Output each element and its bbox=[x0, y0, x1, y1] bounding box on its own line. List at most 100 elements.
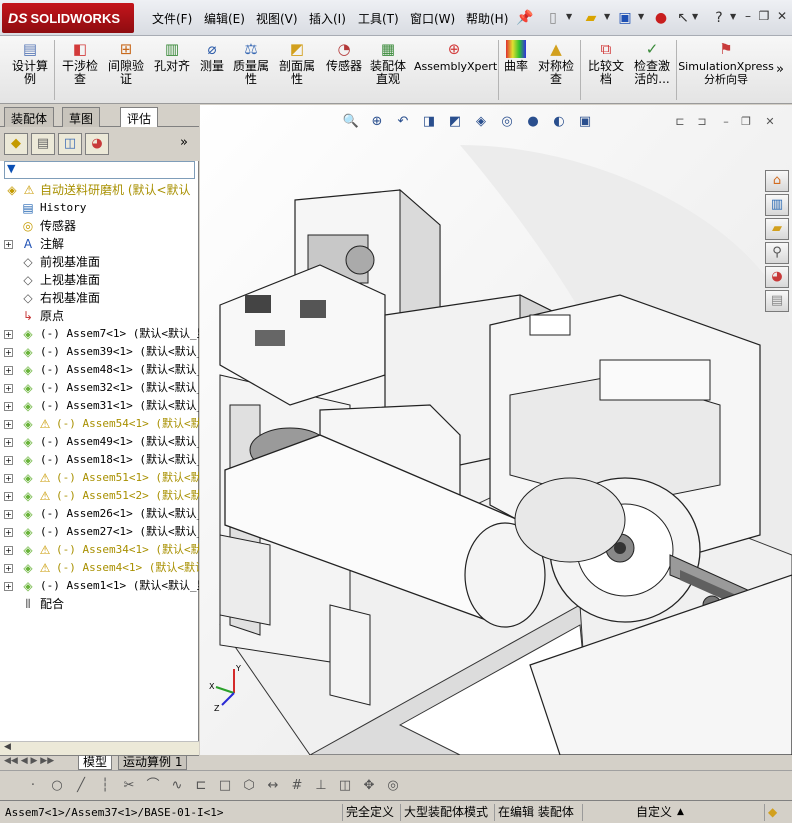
tree-item[interactable]: ◇ 右视基准面 bbox=[0, 289, 199, 307]
expand-icon[interactable]: + bbox=[4, 366, 13, 375]
tree-item[interactable]: + ◈ ⚠ (-) Assem51<2> (默认<默 bbox=[0, 487, 199, 505]
tree-item[interactable]: + ◈ (-) Assem18<1> (默认<默认_ bbox=[0, 451, 199, 469]
spline-icon[interactable]: ∿ bbox=[168, 777, 186, 795]
tree-item[interactable]: + ◈ ⚠ (-) Assem4<1> (默认<默认 bbox=[0, 559, 199, 577]
tree-item[interactable]: ⫴ 配合 bbox=[0, 595, 199, 613]
dimension-icon[interactable]: ↔ bbox=[264, 777, 282, 795]
close-icon[interactable]: ✕ bbox=[774, 8, 790, 24]
section-view-icon[interactable]: ◨ bbox=[420, 113, 438, 131]
tag-icon[interactable]: ◆ bbox=[764, 804, 780, 821]
clearance-verification-button[interactable]: ⊞ 间隙验 证 bbox=[104, 40, 148, 86]
restore-icon[interactable]: ❐ bbox=[738, 115, 754, 129]
tab-motion-study[interactable]: 运动算例 1 bbox=[118, 755, 188, 770]
menu-help[interactable]: 帮助(H) bbox=[466, 10, 508, 27]
tree-item[interactable]: ▤ History bbox=[0, 199, 199, 217]
menu-tools[interactable]: 工具(T) bbox=[358, 10, 399, 27]
assembly-visualization-button[interactable]: ▦ 装配体 直观 bbox=[366, 40, 410, 86]
new-document-icon[interactable]: ▯ bbox=[544, 9, 562, 27]
tab-evaluate[interactable]: 评估 bbox=[120, 107, 159, 128]
expand-icon[interactable]: + bbox=[4, 474, 13, 483]
open-folder-icon[interactable]: ▰ bbox=[582, 9, 600, 27]
tree-item[interactable]: + ◈ (-) Assem49<1> (默认<默认_ bbox=[0, 433, 199, 451]
expand-icon[interactable]: + bbox=[4, 330, 13, 339]
tree-item[interactable]: + ◈ (-) Assem39<1> (默认<默认_ bbox=[0, 343, 199, 361]
symmetry-check-button[interactable]: ▲ 对称检 查 bbox=[534, 40, 578, 86]
hole-alignment-button[interactable]: ▥ 孔对齐 bbox=[150, 40, 194, 73]
restore-icon[interactable]: ❐ bbox=[756, 8, 772, 24]
traffic-light-icon[interactable]: ● bbox=[652, 9, 670, 27]
expand-icon[interactable]: + bbox=[4, 438, 13, 447]
minimize-icon[interactable]: – bbox=[718, 115, 734, 129]
ribbon-more-button[interactable]: » bbox=[776, 62, 784, 77]
edit-appearance-icon[interactable]: ● bbox=[524, 113, 542, 131]
line-icon[interactable]: ╱ bbox=[72, 777, 90, 795]
expand-icon[interactable]: + bbox=[4, 456, 13, 465]
tab-model[interactable]: 模型 bbox=[78, 755, 113, 770]
previous-view-icon[interactable]: ↶ bbox=[394, 113, 412, 131]
tree-item[interactable]: + ◈ (-) Assem27<1> (默认<默认_ bbox=[0, 523, 199, 541]
chevron-down-icon[interactable]: ▼ bbox=[730, 12, 736, 21]
zoom-to-fit-icon[interactable]: 🔍 bbox=[342, 113, 360, 131]
tree-item[interactable]: + ◈ ⚠ (-) Assem54<1> (默认<默 bbox=[0, 415, 199, 433]
expand-icon[interactable]: + bbox=[4, 420, 13, 429]
scroll-left-icon[interactable]: ◀ bbox=[4, 742, 11, 752]
tree-item[interactable]: + ◈ (-) Assem32<1> (默认<默认_ bbox=[0, 379, 199, 397]
menu-file[interactable]: 文件(F) bbox=[152, 10, 192, 27]
tree-item[interactable]: + ◈ ⚠ (-) Assem34<1> (默认<默 bbox=[0, 541, 199, 559]
search-icon[interactable]: ⚲ bbox=[765, 242, 789, 264]
simulationxpress-button[interactable]: ⚑ SimulationXpress 分析向导 bbox=[678, 40, 774, 86]
move-icon[interactable]: ✥ bbox=[360, 777, 378, 795]
file-explorer-icon[interactable]: ▰ bbox=[765, 218, 789, 240]
tree-item[interactable]: ◇ 上视基准面 bbox=[0, 271, 199, 289]
graphics-area[interactable]: 🔍 ⊕ ↶ ◨ ◩ ◈ ◎ ● ◐ ▣ ⊏ ⊐ – ❐ ✕ Y X Z bbox=[200, 105, 792, 755]
close-icon[interactable]: ✕ bbox=[762, 115, 778, 129]
display-style-icon[interactable]: ◈ bbox=[472, 113, 490, 131]
tree-item[interactable]: ↳ 原点 bbox=[0, 307, 199, 325]
expand-icon[interactable]: + bbox=[4, 582, 13, 591]
design-library-icon[interactable]: ▥ bbox=[765, 194, 789, 216]
tab-sketch[interactable]: 草图 bbox=[62, 107, 101, 127]
expand-icon[interactable]: + bbox=[4, 528, 13, 537]
custom-properties-icon[interactable]: ▤ bbox=[765, 290, 789, 312]
chevron-down-icon[interactable]: ▼ bbox=[566, 12, 572, 21]
panel-expand-button[interactable]: » bbox=[180, 135, 188, 150]
camera-icon[interactable]: ◎ bbox=[384, 777, 402, 795]
tree-item[interactable]: + ◈ (-) Assem1<1> (默认<默认_显 bbox=[0, 577, 199, 595]
relation-icon[interactable]: ⊥ bbox=[312, 777, 330, 795]
arc-icon[interactable]: ⌒ bbox=[144, 777, 162, 795]
tree-horizontal-scrollbar[interactable]: ◀ bbox=[0, 741, 199, 755]
assemblyxpert-button[interactable]: ⊕ AssemblyXpert bbox=[414, 40, 497, 73]
trim-icon[interactable]: ✂ bbox=[120, 777, 138, 795]
zoom-area-icon[interactable]: ⊕ bbox=[368, 113, 386, 131]
tree-item[interactable]: + A 注解 bbox=[0, 235, 199, 253]
expand-icon[interactable]: + bbox=[4, 546, 13, 555]
select-arrow-icon[interactable]: ↖ bbox=[674, 9, 692, 27]
menu-edit[interactable]: 编辑(E) bbox=[204, 10, 245, 27]
centerline-icon[interactable]: ┆ bbox=[96, 777, 114, 795]
expand-icon[interactable]: + bbox=[4, 240, 13, 249]
expand-icon[interactable]: + bbox=[4, 510, 13, 519]
tree-filter[interactable]: ▼ bbox=[4, 161, 195, 179]
expand-icon[interactable]: + bbox=[4, 384, 13, 393]
expand-icon[interactable]: + bbox=[4, 564, 13, 573]
tile-icon[interactable]: ⊐ bbox=[694, 115, 710, 129]
polygon-icon[interactable]: ⬡ bbox=[240, 777, 258, 795]
curvature-button[interactable]: ■ 曲率 bbox=[500, 40, 532, 73]
tab-assembly[interactable]: 装配体 bbox=[4, 107, 55, 127]
interference-check-button[interactable]: ◧ 干涉检 查 bbox=[58, 40, 102, 86]
tree-item[interactable]: ◇ 前视基准面 bbox=[0, 253, 199, 271]
hide-show-icon[interactable]: ◎ bbox=[498, 113, 516, 131]
view-settings-icon[interactable]: ▣ bbox=[576, 113, 594, 131]
propertymanager-icon[interactable]: ▤ bbox=[31, 133, 55, 155]
nav-first-icon[interactable]: ◀◀ ◀ ▶ ▶▶ bbox=[4, 756, 54, 766]
configurationmanager-icon[interactable]: ◫ bbox=[58, 133, 82, 155]
sensor-button[interactable]: ◔ 传感器 bbox=[322, 40, 366, 73]
view-orientation-icon[interactable]: ◩ bbox=[446, 113, 464, 131]
save-icon[interactable]: ▣ bbox=[616, 9, 634, 27]
tree-item[interactable]: + ◈ (-) Assem48<1> (默认<默认_ bbox=[0, 361, 199, 379]
tree-item[interactable]: + ◈ (-) Assem7<1> (默认<默认_显 bbox=[0, 325, 199, 343]
point-icon[interactable]: · bbox=[24, 777, 42, 795]
tree-item[interactable]: ◈ ⚠ 自动送料研磨机 (默认<默认 bbox=[0, 181, 199, 199]
tree-item[interactable]: + ◈ ⚠ (-) Assem51<1> (默认<默 bbox=[0, 469, 199, 487]
units-caret-icon[interactable]: ▲ bbox=[674, 804, 687, 821]
